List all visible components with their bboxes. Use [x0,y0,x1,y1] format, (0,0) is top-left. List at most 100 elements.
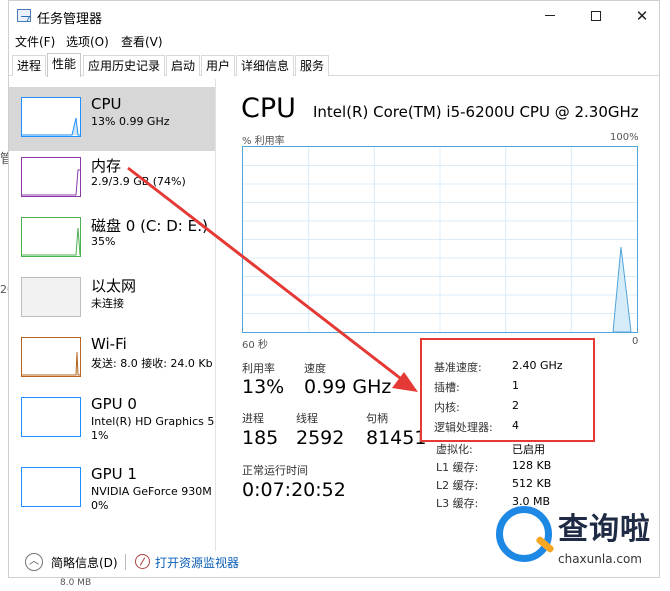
cpu-utilization-graph [242,146,638,333]
handles-value: 81451 [366,427,427,449]
close-icon: ✕ [635,7,649,25]
graph-time-axis-left: 60 秒 [242,340,268,351]
cpu-graph-svg [243,147,637,332]
close-button[interactable]: ✕ [619,3,665,29]
spec-row-logical-processors: 逻辑处理器: 4 [434,419,594,439]
wifi-thumbnail [21,337,81,377]
spec-row-base-speed: 基准速度: 2.40 GHz [434,359,594,379]
spec-key: 基准速度: [434,361,482,374]
title-bar[interactable]: 任务管理器 ✕ [9,1,659,31]
tab-performance[interactable]: 性能 [47,53,82,77]
spec-key: 虚拟化: [436,443,473,456]
footer-divider [125,554,126,570]
sidebar-item-value: NVIDIA GeForce 930M [91,485,212,498]
sidebar-item-disk[interactable]: 磁盘 0 (C: D: E:) 35% [9,207,215,271]
threads-label: 线程 [296,412,318,425]
tab-details[interactable]: 详细信息 [236,55,295,76]
edge-text-3: 8.0 MB [60,578,92,588]
sidebar-item-gpu1[interactable]: GPU 1 NVIDIA GeForce 930M 0% [9,457,215,521]
maximize-button[interactable] [573,3,619,29]
tab-app-history[interactable]: 应用历史记录 [83,55,166,76]
spec-row-virtualization: 虚拟化: 已启用 [436,441,636,461]
tab-startup[interactable]: 启动 [166,55,201,76]
sidebar-item-wifi[interactable]: Wi-Fi 发送: 8.0 接收: 24.0 Kb [9,327,215,391]
utilization-axis-max: 100% [610,132,639,143]
maximize-icon [591,10,601,21]
gpu1-thumbnail [21,467,81,507]
sidebar-item-label: 磁盘 0 (C: D: E:) [91,217,208,235]
spec-value: 128 KB [512,459,552,472]
utilization-value: 13% [242,376,285,398]
spec-key: L1 缓存: [436,461,479,474]
spec-key: L2 缓存: [436,479,479,492]
sidebar-item-label: Wi-Fi [91,335,127,353]
open-resource-monitor-link[interactable]: 打开资源监视器 [155,554,239,571]
sidebar-item-ethernet[interactable]: 以太网 未连接 [9,267,215,331]
spec-value: 2 [512,399,519,412]
utilization-axis-label: % 利用率 [242,136,285,147]
sidebar-item-memory[interactable]: 内存 2.9/3.9 GB (74%) [9,147,215,211]
minimize-icon [545,15,555,16]
utilization-label: 利用率 [242,362,275,375]
task-manager-window: 任务管理器 ✕ 文件(F) 选项(O) 查看(V) 进程 性能 应用历史记录 启… [8,0,660,578]
threads-value: 2592 [296,427,345,449]
sidebar-item-label: GPU 0 [91,395,137,413]
spec-key: 内核: [434,401,460,414]
tab-users[interactable]: 用户 [201,55,236,76]
menu-file[interactable]: 文件(F) [15,33,55,50]
cpu-thumbnail [21,97,81,137]
spec-key: 逻辑处理器: [434,421,493,434]
tab-processes[interactable]: 进程 [12,55,47,76]
wifi-thumbnail-graph [22,351,80,376]
sidebar-item-label: GPU 1 [91,465,137,483]
spec-row-cores: 内核: 2 [434,399,594,419]
speed-value: 0.99 GHz [304,376,392,398]
disk-thumbnail-graph [22,227,80,256]
sidebar-item-percent: 1% [91,429,109,442]
sidebar-item-value: 35% [91,235,116,248]
cpu-detail-panel: CPU Intel(R) Core(TM) i5-6200U CPU @ 2.3… [229,79,649,559]
sidebar-item-label: 以太网 [91,277,137,295]
window-title: 任务管理器 [37,12,103,27]
speed-label: 速度 [304,362,326,375]
task-manager-icon [17,9,31,22]
disk-thumbnail [21,217,81,257]
cpu-model-name: Intel(R) Core(TM) i5-6200U CPU @ 2.30GHz [313,103,639,121]
memory-thumbnail-graph [22,169,80,196]
menu-options[interactable]: 选项(O) [66,33,109,50]
fewer-details-button[interactable]: 简略信息(D) [51,554,118,571]
menu-view[interactable]: 查看(V) [121,33,163,50]
sidebar-item-cpu[interactable]: CPU 13% 0.99 GHz [9,87,215,151]
footer-bar: ︿ 简略信息(D) 打开资源监视器 [17,551,487,577]
spec-value: 4 [512,419,519,432]
sidebar-item-value: 发送: 8.0 接收: 24.0 Kb [91,357,213,370]
uptime-label: 正常运行时间 [242,464,308,477]
uptime-value: 0:07:20:52 [242,479,346,501]
watermark-text: 查询啦 [558,512,651,547]
spec-row-sockets: 插槽: 1 [434,379,594,399]
menu-bar: 文件(F) 选项(O) 查看(V) [9,31,659,51]
spec-value: 1 [512,379,519,392]
cpu-usage-line [612,246,632,332]
watermark-logo-icon [496,506,552,562]
sidebar-item-value: 未连接 [91,297,124,310]
sidebar-item-gpu0[interactable]: GPU 0 Intel(R) HD Graphics 5 1% [9,387,215,451]
specs-highlight-box: 基准速度: 2.40 GHz 插槽: 1 内核: 2 逻辑处理器: 4 [420,338,595,442]
collapse-icon[interactable]: ︿ [25,553,43,571]
tab-services[interactable]: 服务 [295,55,330,76]
spec-key: 插槽: [434,381,460,394]
ethernet-thumbnail [21,277,81,317]
resource-sidebar: CPU 13% 0.99 GHz 内存 2.9/3.9 GB (74%) 磁盘 … [9,79,216,551]
tab-bar: 进程 性能 应用历史记录 启动 用户 详细信息 服务 [9,53,659,77]
sidebar-item-value: 2.9/3.9 GB (74%) [91,175,186,188]
processes-label: 进程 [242,412,264,425]
sidebar-item-label: 内存 [91,157,122,175]
minimize-button[interactable] [527,3,573,29]
page-title: CPU [241,93,296,124]
resource-monitor-icon [135,554,150,569]
spec-key: L3 缓存: [436,497,479,510]
spec-row-l1: L1 缓存: 128 KB [436,459,636,479]
sidebar-item-value: 13% 0.99 GHz [91,115,170,128]
watermark: 查询啦 chaxunla.com [492,500,667,580]
cpu-graph-grid [243,147,637,332]
